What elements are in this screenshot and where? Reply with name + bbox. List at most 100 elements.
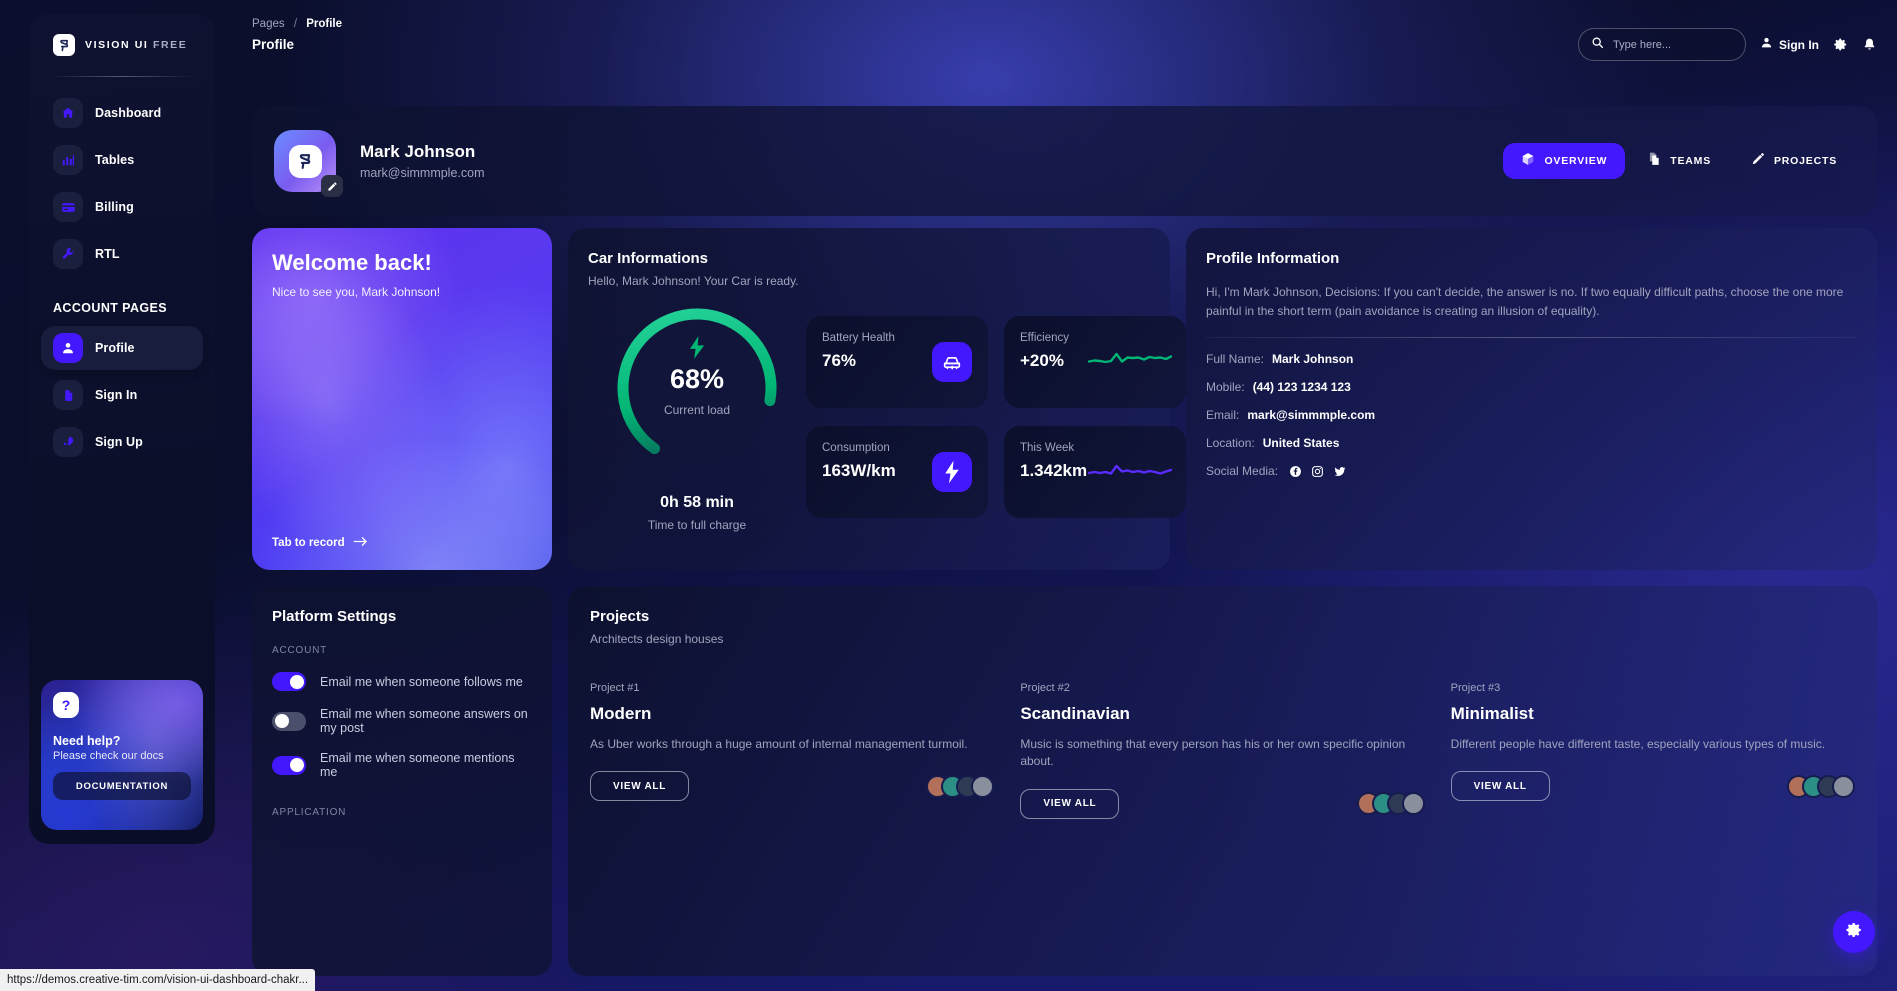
platform-settings-title: Platform Settings (272, 608, 397, 625)
projects-title: Projects (590, 608, 650, 625)
sidebar-item-rtl[interactable]: RTL (41, 232, 203, 276)
car-card-subtitle: Hello, Mark Johnson! Your Car is ready. (588, 274, 799, 288)
info-row-social-media: Social Media: (1206, 464, 1857, 478)
gauge-caption: Current load (663, 403, 731, 417)
topbar-actions: Sign In (1578, 28, 1877, 61)
projects-subtitle: Architects design houses (590, 632, 724, 646)
sidebar-item-label: Sign In (95, 388, 138, 402)
brand[interactable]: VISION UI FREE (41, 14, 203, 56)
search-icon (1591, 36, 1604, 54)
lightning-bolt-icon (689, 336, 706, 364)
help-subtitle: Please check our docs (53, 750, 164, 762)
profile-email: mark@simmmple.com (360, 166, 485, 180)
rocket-icon (53, 427, 83, 457)
facebook-icon[interactable] (1289, 465, 1302, 478)
instagram-icon[interactable] (1311, 465, 1324, 478)
breadcrumb-current: Profile (306, 18, 343, 30)
tab-to-record-link[interactable]: Tab to record (272, 536, 368, 550)
sidebar-item-tables[interactable]: Tables (41, 138, 203, 182)
info-value: Mark Johnson (1272, 352, 1354, 367)
welcome-subtitle: Nice to see you, Mark Johnson! (272, 285, 441, 299)
efficiency-card: Efficiency +20% (1004, 316, 1186, 408)
info-key: Location: (1206, 436, 1255, 451)
current-load-gauge: 68% Current load 0h 58 min Time to full … (602, 302, 792, 532)
view-all-button[interactable]: VIEW ALL (1450, 771, 1550, 802)
project-item: Project #2 Scandinavian Music is somethi… (1020, 682, 1425, 819)
projects-card: Projects Architects design houses Projec… (568, 586, 1877, 976)
search-box[interactable] (1578, 28, 1746, 61)
tab-label: TEAMS (1670, 155, 1711, 167)
tab-label: OVERVIEW (1544, 155, 1608, 167)
time-to-charge-label: Time to full charge (647, 518, 747, 532)
sidebar-divider (49, 76, 195, 77)
line-spark-purple (1087, 456, 1173, 489)
bell-icon[interactable] (1862, 37, 1877, 52)
profile-information-divider (1206, 337, 1857, 339)
tab-overview[interactable]: OVERVIEW (1503, 143, 1626, 179)
toggle-answers-on-post[interactable] (272, 711, 306, 731)
breadcrumb-root[interactable]: Pages (252, 18, 285, 30)
profile-header-card: Mark Johnson mark@simmmple.com OVERVIEW … (252, 106, 1877, 216)
social-icons (1289, 465, 1347, 478)
tab-teams[interactable]: TEAMS (1629, 143, 1729, 179)
pencil-icon[interactable] (321, 175, 343, 197)
settings-fab-button[interactable] (1833, 911, 1875, 953)
signin-button[interactable]: Sign In (1760, 36, 1819, 54)
view-all-button[interactable]: VIEW ALL (1020, 788, 1120, 819)
project-name: Minimalist (1450, 704, 1534, 723)
project-name: Scandinavian (1020, 704, 1130, 723)
sidebar-item-sign-up[interactable]: Sign Up (41, 420, 203, 464)
profile-tabs: OVERVIEW TEAMS PROJECTS (1503, 143, 1855, 179)
project-footer: VIEW ALL (1020, 788, 1425, 819)
project-avatars (1356, 792, 1425, 816)
toggle-follows-me[interactable] (272, 672, 306, 691)
setting-row-follows: Email me when someone follows me (272, 672, 532, 691)
tab-to-record-label: Tab to record (272, 537, 345, 549)
gauge-ring: 68% Current load (611, 302, 783, 474)
view-all-button[interactable]: VIEW ALL (590, 771, 690, 802)
profile-name: Mark Johnson (360, 142, 476, 161)
project-description: Music is something that every person has… (1020, 737, 1406, 769)
setting-label: Email me when someone answers on my post (320, 707, 528, 735)
gear-icon (1845, 921, 1863, 944)
documentation-button[interactable]: DOCUMENTATION (53, 772, 191, 800)
help-title: Need help? (53, 734, 121, 748)
project-footer: VIEW ALL (590, 771, 995, 802)
project-number: Project #1 (590, 682, 640, 694)
welcome-card: Welcome back! Nice to see you, Mark John… (252, 228, 552, 570)
search-input[interactable] (1613, 38, 1723, 51)
car-icon (932, 342, 972, 382)
bar-chart-icon (53, 145, 83, 175)
signin-label: Sign In (1779, 37, 1819, 52)
project-item: Project #1 Modern As Uber works through … (590, 682, 995, 819)
welcome-title: Welcome back! (272, 250, 432, 275)
profile-information-card: Profile Information Hi, I'm Mark Johnson… (1186, 228, 1877, 570)
sidebar-item-profile[interactable]: Profile (41, 326, 203, 370)
project-footer: VIEW ALL (1450, 771, 1855, 802)
toggle-knob (289, 674, 304, 689)
project-item: Project #3 Minimalist Different people h… (1450, 682, 1855, 819)
project-avatars (926, 774, 995, 798)
settings-section-application: APPLICATION (272, 807, 347, 818)
tab-projects[interactable]: PROJECTS (1733, 143, 1855, 179)
sidebar-item-billing[interactable]: Billing (41, 185, 203, 229)
sidebar-section-account-pages: ACCOUNT PAGES (53, 301, 168, 315)
info-row-email: Email: mark@simmmple.com (1206, 408, 1857, 422)
brand-name: VISION UI FREE (85, 39, 188, 51)
toggle-mentions-me[interactable] (272, 755, 306, 775)
info-key: Email: (1206, 408, 1240, 423)
setting-label: Email me when someone follows me (320, 674, 523, 689)
toggle-knob (289, 758, 304, 772)
home-icon (53, 98, 83, 128)
avatar (274, 130, 343, 197)
time-to-charge-value: 0h 58 min (660, 494, 734, 511)
sidebar-item-sign-in[interactable]: Sign In (41, 373, 203, 417)
twitter-icon[interactable] (1333, 465, 1347, 478)
gear-icon[interactable] (1833, 37, 1848, 52)
info-row-full-name: Full Name: Mark Johnson (1206, 352, 1857, 366)
setting-row-mentions: Email me when someone mentions me (272, 751, 532, 779)
info-row-location: Location: United States (1206, 436, 1857, 450)
avatar (1832, 774, 1855, 798)
toggle-knob (274, 714, 289, 728)
sidebar-item-dashboard[interactable]: Dashboard (41, 91, 203, 135)
